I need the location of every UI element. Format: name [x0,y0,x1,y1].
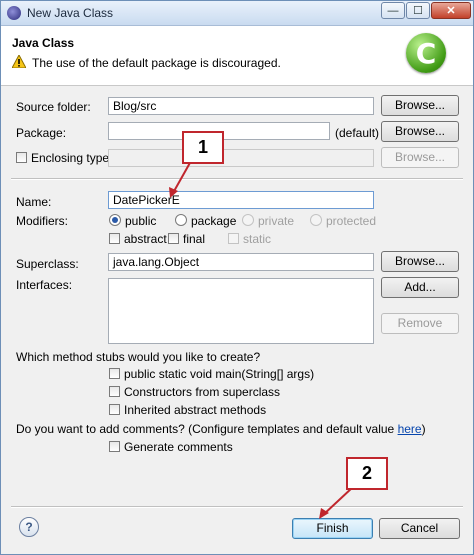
dialog-window: New Java Class — ☐ ✕ Java Class The use … [0,0,474,555]
callout-1: 1 [182,131,224,164]
callout-2: 2 [346,457,388,490]
callout-2-arrow [322,486,354,516]
callout-1-arrow [172,160,192,194]
callout-1-arrowhead [169,187,178,198]
callout-arrows [169,160,354,519]
